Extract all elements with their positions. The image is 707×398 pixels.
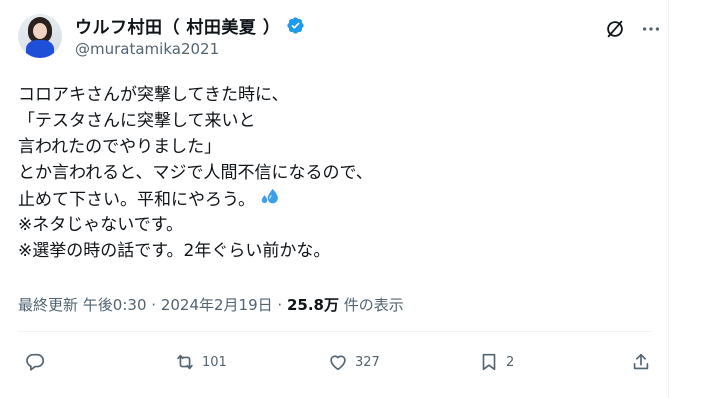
like-count: 327 bbox=[355, 354, 380, 370]
tweet-line-with-emoji: 止めて下さい。平和にやろう。 bbox=[18, 186, 658, 212]
tweet-time[interactable]: 午後0:30 bbox=[83, 296, 147, 314]
share-icon bbox=[633, 353, 649, 370]
views-label: 件の表示 bbox=[343, 296, 404, 314]
like-icon bbox=[330, 355, 346, 371]
repost-count: 101 bbox=[202, 354, 227, 370]
meta-separator: · bbox=[277, 296, 283, 314]
tweet-card: ウルフ村田（ 村田美夏 ） @muratamika2021 コロアキさんが突撃し… bbox=[0, 0, 707, 398]
verified-badge-icon bbox=[287, 16, 304, 34]
tweet-line: ※ネタじゃないです。 bbox=[18, 215, 184, 235]
meta-separator: · bbox=[151, 296, 157, 314]
grok-icon[interactable] bbox=[604, 18, 626, 40]
tweet-date[interactable]: 2024年2月19日 bbox=[161, 296, 273, 314]
repost-button[interactable]: 101 bbox=[174, 349, 227, 375]
bookmark-icon bbox=[482, 353, 496, 371]
tweet-line: ※選挙の時の話です。2年ぐらい前かな。 bbox=[18, 241, 331, 261]
tweet-line: 「テスタさんに突撃して来いと bbox=[18, 111, 256, 131]
reply-icon bbox=[26, 353, 45, 371]
author-display-name[interactable]: ウルフ村田（ 村田美夏 ） bbox=[75, 13, 280, 38]
author-name-row[interactable]: ウルフ村田（ 村田美夏 ） bbox=[75, 13, 305, 38]
avatar-face bbox=[33, 23, 47, 39]
tweet-text: コロアキさんが突撃してきた時に、 「テスタさんに突撃して来いと 言われたのでやり… bbox=[18, 82, 658, 264]
more-icon[interactable] bbox=[638, 16, 664, 42]
avatar[interactable] bbox=[18, 14, 62, 58]
updated-label: 最終更新 bbox=[18, 296, 79, 314]
column-divider bbox=[668, 0, 669, 398]
tweet-line-text: 止めて下さい。平和にやろう。 bbox=[18, 190, 255, 210]
bookmark-button[interactable]: 2 bbox=[478, 349, 514, 375]
sweat-droplets-icon bbox=[261, 188, 278, 204]
bookmark-count: 2 bbox=[506, 354, 515, 370]
action-divider bbox=[18, 331, 652, 332]
avatar-body bbox=[26, 40, 54, 58]
like-button[interactable]: 327 bbox=[327, 349, 380, 375]
tweet-line: コロアキさんが突撃してきた時に、 bbox=[18, 85, 289, 105]
repost-icon bbox=[177, 354, 193, 370]
author-handle[interactable]: @muratamika2021 bbox=[75, 40, 219, 58]
share-button[interactable] bbox=[630, 349, 652, 375]
reply-button[interactable] bbox=[24, 349, 52, 375]
tweet-line: 言われたのでやりました」 bbox=[18, 137, 222, 157]
tweet-meta: 最終更新 午後0:30 · 2024年2月19日 · 25.8万 件の表示 bbox=[18, 294, 404, 315]
view-count[interactable]: 25.8万 bbox=[287, 296, 339, 314]
tweet-line: とか言われると、マジで人間不信になるので、 bbox=[18, 163, 373, 183]
